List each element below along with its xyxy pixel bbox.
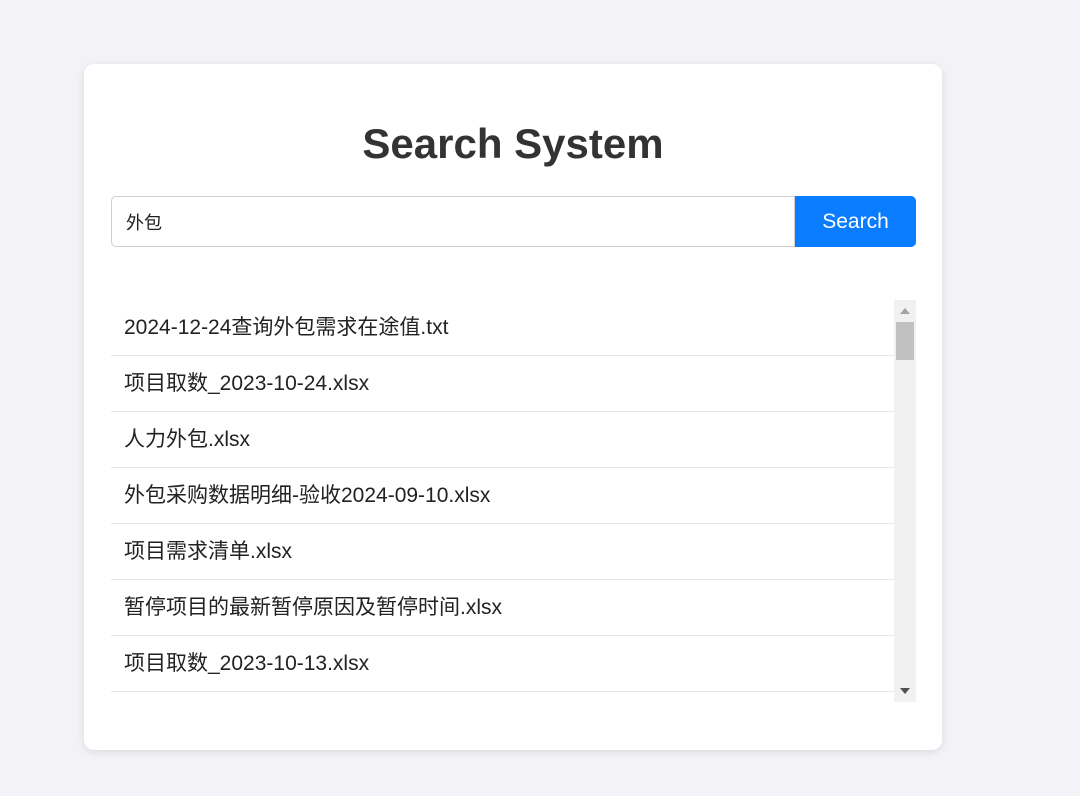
result-item[interactable]: 项目需求清单.xlsx xyxy=(111,524,894,580)
page-title: Search System xyxy=(362,120,664,167)
scroll-up-button[interactable] xyxy=(894,302,916,320)
results-scrollbar[interactable] xyxy=(894,300,916,702)
search-input[interactable] xyxy=(111,196,795,247)
scroll-down-button[interactable] xyxy=(894,682,916,700)
search-bar: Search xyxy=(111,196,916,247)
results-panel: 2024-12-24查询外包需求在途值.txt 项目取数_2023-10-24.… xyxy=(111,300,916,702)
result-item[interactable]: 2024-12-24查询外包需求在途值.txt xyxy=(111,300,894,356)
search-button[interactable]: Search xyxy=(795,196,916,247)
scroll-thumb[interactable] xyxy=(896,322,914,360)
result-item[interactable]: 项目取数_2023-10-13.xlsx xyxy=(111,636,894,692)
result-item[interactable]: 人力外包.xlsx xyxy=(111,412,894,468)
result-item[interactable]: 项目取数_2023-10-24.xlsx xyxy=(111,356,894,412)
result-item[interactable]: 暂停项目的最新暂停原因及暂停时间.xlsx xyxy=(111,580,894,636)
results-list: 2024-12-24查询外包需求在途值.txt 项目取数_2023-10-24.… xyxy=(111,300,894,692)
result-item[interactable]: 外包采购数据明细-验收2024-09-10.xlsx xyxy=(111,468,894,524)
chevron-down-icon xyxy=(900,688,910,694)
search-card: Search System Search 2024-12-24查询外包需求在途值… xyxy=(84,64,942,750)
chevron-up-icon xyxy=(900,308,910,314)
